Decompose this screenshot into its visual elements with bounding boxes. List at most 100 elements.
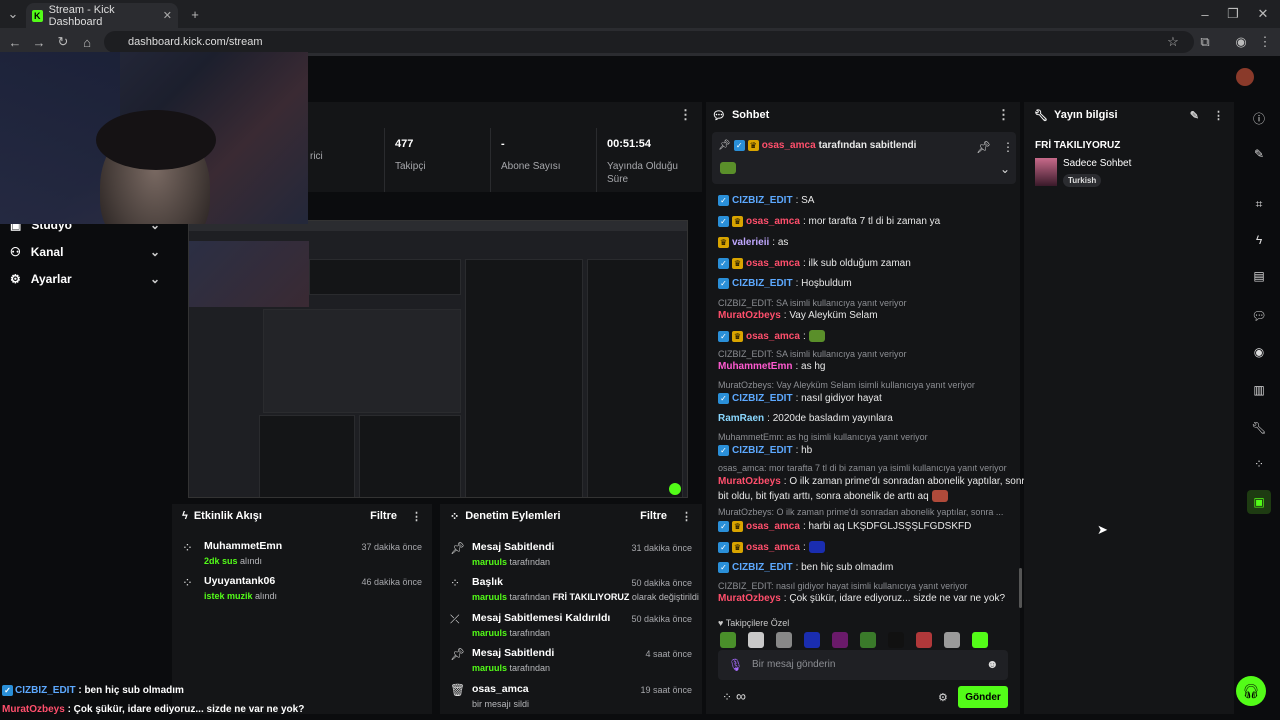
preview-info xyxy=(587,259,683,497)
tab-search-icon[interactable]: ⌄ xyxy=(4,5,22,23)
left-nav: ▣ Stüdyo ⌄ ⚇ Kanal ⌄ ⚙ Ayarlar ⌄ xyxy=(0,210,172,714)
close-window-icon[interactable]: ✕ xyxy=(1254,5,1272,23)
emoji-icon[interactable]: ☻ xyxy=(986,657,999,671)
support-headset-icon[interactable]: 🎧︎ xyxy=(1236,676,1266,706)
stat-label: Takipçi xyxy=(395,161,426,172)
broadcast-icon[interactable]: ◉ xyxy=(1247,340,1271,364)
emote-picker-item[interactable] xyxy=(916,632,932,648)
new-tab-icon[interactable]: + xyxy=(186,5,204,23)
chat-username[interactable]: osas_amca xyxy=(746,258,800,269)
emote-picker-item[interactable] xyxy=(972,632,988,648)
microphone-icon[interactable]: 🎙︎ xyxy=(728,658,743,672)
chat-username[interactable]: MuhammetEmn xyxy=(718,361,792,372)
stat-value: 00:51:54 xyxy=(607,138,652,150)
stream-info-menu-icon[interactable]: ⋮ xyxy=(1213,109,1224,122)
channel-icon: ⚇ xyxy=(10,245,21,259)
emote-picker-item[interactable] xyxy=(776,632,792,648)
stats-menu-icon[interactable]: ⋮ xyxy=(679,107,692,123)
chat-username[interactable]: CIZBIZ_EDIT xyxy=(732,195,793,206)
add-widget-icon[interactable]: ▣ xyxy=(1247,490,1271,514)
pinned-message[interactable]: 📌︎ ✓ ♛ osas_amca tarafından sabitlendi 📌… xyxy=(712,132,1016,184)
chat-panel: 💬︎ Sohbet ⋮ 📌︎ ✓ ♛ osas_amca tarafından … xyxy=(706,102,1022,714)
emote-picker-item[interactable] xyxy=(804,632,820,648)
moderation-menu-icon[interactable]: ⋮ xyxy=(681,510,692,523)
mod-actor: maruuls xyxy=(472,628,508,638)
chat-username[interactable]: osas_amca xyxy=(746,331,800,342)
edit-pencil-icon[interactable]: ✎ xyxy=(1190,109,1199,122)
chat-username[interactable]: osas_amca xyxy=(746,216,800,227)
emote-picker-item[interactable] xyxy=(720,632,736,648)
document-icon[interactable]: ▤ xyxy=(1247,264,1271,288)
user-avatar[interactable] xyxy=(1236,68,1254,86)
chat-username[interactable]: MuratOzbeys xyxy=(718,310,781,321)
send-button[interactable]: Gönder xyxy=(958,686,1008,708)
maximize-icon[interactable]: ❐ xyxy=(1224,5,1242,23)
chat-menu-icon[interactable]: ⋮ xyxy=(997,107,1010,123)
nav-label: Kanal xyxy=(30,245,64,259)
extensions-icon[interactable]: ⧉ xyxy=(1196,33,1214,51)
infinity-icon[interactable]: ∞ xyxy=(736,688,746,704)
chat-username[interactable]: MuratOzbeys xyxy=(718,476,781,487)
info-icon[interactable]: ⓘ xyxy=(1247,106,1271,130)
chat-username[interactable]: valerieii xyxy=(732,237,769,248)
chat-username[interactable]: CIZBIZ_EDIT xyxy=(732,393,793,404)
nav-channel[interactable]: ⚇ Kanal ⌄ xyxy=(10,245,160,259)
chat-bubble-icon[interactable]: 💬︎ xyxy=(1247,304,1271,328)
mouse-cursor-icon: ➤ xyxy=(1097,522,1108,537)
back-icon[interactable]: ← xyxy=(6,33,24,51)
emote-picker-item[interactable] xyxy=(888,632,904,648)
moderation-item: 📌︎ Mesaj Sabitlendi maruuls tarafından 4 sa… xyxy=(450,647,702,673)
wrench-icon[interactable]: 🔧︎ xyxy=(1247,416,1271,440)
chat-users-icon[interactable]: ⁘ xyxy=(722,690,732,704)
stream-preview[interactable] xyxy=(188,220,688,498)
events-menu-icon[interactable]: ⋮ xyxy=(411,510,422,523)
browser-tab[interactable]: K Stream - Kick Dashboard ✕ xyxy=(26,3,178,28)
chevron-down-icon[interactable]: ⌄ xyxy=(1000,162,1010,176)
unpin-icon[interactable]: 📌︎ xyxy=(976,140,991,154)
close-tab-icon[interactable]: ✕ xyxy=(163,9,172,22)
event-time: 37 dakika önce xyxy=(361,542,422,552)
emote-picker-item[interactable] xyxy=(832,632,848,648)
profile-icon[interactable]: ◉ xyxy=(1232,33,1250,51)
browser-menu-icon[interactable]: ⋮ xyxy=(1256,33,1274,51)
emote-picker-item[interactable] xyxy=(944,632,960,648)
emote-picker-item[interactable] xyxy=(748,632,764,648)
emote-picker-item[interactable] xyxy=(860,632,876,648)
chat-input[interactable]: 🎙︎ Bir mesaj gönderin ☻ xyxy=(718,650,1008,680)
lightning-icon[interactable]: ϟ xyxy=(1247,228,1271,252)
nav-settings[interactable]: ⚙ Ayarlar ⌄ xyxy=(10,272,160,286)
pinned-menu-icon[interactable]: ⋮ xyxy=(1002,140,1014,154)
home-icon[interactable]: ⌂ xyxy=(78,33,96,51)
pin-icon: 📌︎ xyxy=(450,541,466,555)
layout-icon[interactable]: ▥ xyxy=(1247,378,1271,402)
badge-icon: ✓ xyxy=(718,330,729,342)
moderation-title: Denetim Eylemleri xyxy=(465,510,561,522)
bookmark-star-icon[interactable]: ☆ xyxy=(1164,33,1182,51)
chat-message-text: : mor tarafta 7 tl di bi zaman ya xyxy=(802,216,941,227)
nav-label: Ayarlar xyxy=(30,272,72,286)
scan-icon[interactable]: ⌗ xyxy=(1247,192,1271,216)
url-field[interactable]: dashboard.kick.com/stream xyxy=(104,31,1194,53)
chat-username[interactable]: osas_amca xyxy=(746,542,800,553)
users-icon[interactable]: ⁘ xyxy=(1247,452,1271,476)
reload-icon[interactable]: ↻ xyxy=(54,33,72,51)
chat-username[interactable]: osas_amca xyxy=(746,521,800,532)
chat-username[interactable]: CIZBIZ_EDIT xyxy=(732,562,793,573)
minimize-icon[interactable]: – xyxy=(1196,5,1214,23)
event-feed-panel: ϟ Etkinlik Akışı Filtre ⋮ xyxy=(172,504,432,714)
chat-username[interactable]: RamRaen xyxy=(718,413,764,424)
chat-username[interactable]: CIZBIZ_EDIT xyxy=(732,278,793,289)
crown-icon: ♛ xyxy=(747,140,759,151)
moderation-filter-button[interactable]: Filtre xyxy=(640,510,667,522)
chat-username[interactable]: CIZBIZ_EDIT xyxy=(732,445,793,456)
badge-icon: ✓ xyxy=(2,685,13,696)
events-filter-button[interactable]: Filtre xyxy=(370,510,397,522)
chat-username[interactable]: MuratOzbeys xyxy=(718,593,781,604)
forward-icon[interactable]: → xyxy=(30,33,48,51)
chat-scrollbar[interactable] xyxy=(1019,568,1022,608)
pinned-text: tarafından sabitlendi xyxy=(818,140,917,151)
chat-message-text: : Vay Aleyküm Selam xyxy=(783,310,878,321)
pencil-icon[interactable]: ✎ xyxy=(1247,142,1271,166)
event-text: alındı xyxy=(252,591,278,601)
chat-settings-icon[interactable]: ⚙ xyxy=(938,691,948,704)
